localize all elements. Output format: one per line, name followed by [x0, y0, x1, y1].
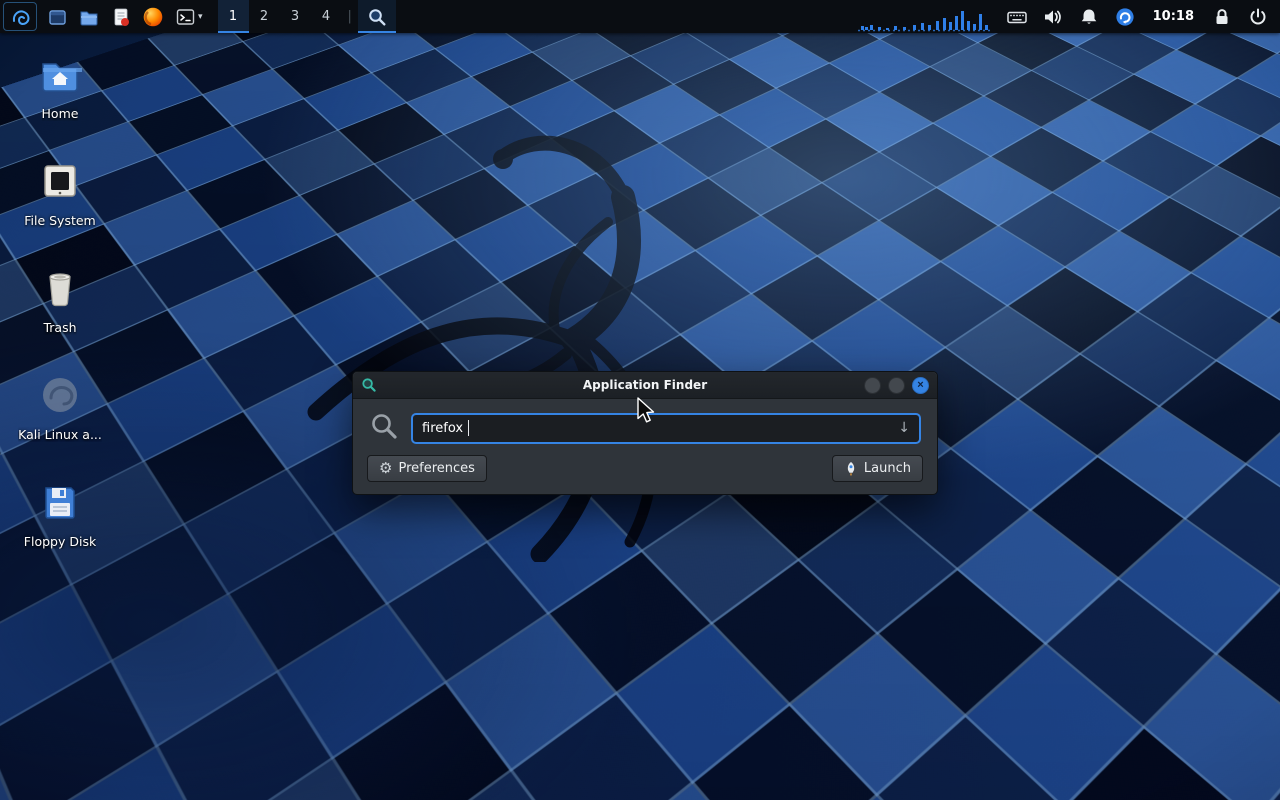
workspace-label: 3 [291, 9, 299, 24]
kali-logo-icon [9, 6, 31, 28]
preferences-button[interactable]: ⚙ Preferences [367, 455, 487, 482]
folder-icon [78, 6, 100, 28]
text-caret [468, 420, 469, 436]
panel-separator: | [348, 9, 352, 24]
window-title: Application Finder [353, 378, 937, 392]
mouse-cursor [636, 397, 658, 427]
text-editor-launcher[interactable] [105, 0, 137, 33]
minimize-button[interactable] [864, 377, 881, 394]
kali-docs-icon [39, 369, 81, 421]
workspace-label: 4 [322, 9, 330, 24]
clock[interactable]: 10:18 [1143, 0, 1204, 33]
notifications-button[interactable] [1071, 0, 1107, 33]
keyboard-button[interactable] [999, 0, 1035, 33]
application-finder-window: Application Finder × firefox [352, 371, 938, 495]
workspace-label: 2 [260, 9, 268, 24]
desktop-icon-label: Trash [43, 320, 76, 335]
window-icon [46, 6, 68, 28]
document-icon [110, 6, 132, 28]
search-icon [369, 411, 399, 445]
updates-button[interactable] [1107, 0, 1143, 33]
window-launcher-button[interactable] [41, 0, 73, 33]
preferences-label: Preferences [398, 461, 474, 476]
clock-time: 10:18 [1153, 9, 1194, 24]
desktop-root: Home File System Trash [0, 0, 1280, 800]
volume-button[interactable] [1035, 0, 1071, 33]
launch-button[interactable]: Launch [832, 455, 923, 482]
desktop-icon-label: Kali Linux a... [18, 427, 102, 442]
taskbar-application-finder[interactable] [358, 0, 396, 33]
gear-icon: ⚙ [379, 461, 392, 476]
kali-menu-button[interactable] [3, 2, 37, 31]
system-load-graph[interactable] [852, 0, 999, 33]
application-finder-icon [361, 377, 377, 393]
lock-button[interactable] [1204, 0, 1240, 33]
desktop-icons: Home File System Trash [8, 48, 112, 583]
workspace-3[interactable]: 3 [280, 0, 311, 33]
file-system-icon [39, 155, 81, 207]
keyboard-icon [1006, 6, 1028, 28]
power-button[interactable] [1240, 0, 1276, 33]
trash-icon [39, 262, 81, 314]
workspace-label: 1 [229, 9, 237, 24]
top-panel: ▾ 1 2 3 4 | [0, 0, 1280, 33]
chevron-down-icon: ▾ [198, 11, 203, 22]
desktop-icon-floppy[interactable]: Floppy Disk [8, 476, 112, 567]
desktop-icon-file-system[interactable]: File System [8, 155, 112, 246]
firefox-launcher[interactable] [137, 0, 169, 33]
desktop-icon-label: Floppy Disk [24, 534, 96, 549]
power-icon [1247, 6, 1269, 28]
bell-icon [1078, 6, 1100, 28]
workspace-1[interactable]: 1 [218, 0, 249, 33]
home-folder-icon [38, 48, 82, 100]
cpu-graph-icon [858, 9, 993, 33]
terminal-icon [174, 6, 196, 28]
launch-label: Launch [864, 461, 911, 476]
workspace-4[interactable]: 4 [311, 0, 342, 33]
magnifier-icon [367, 7, 387, 27]
close-button[interactable]: × [912, 377, 929, 394]
maximize-button[interactable] [888, 377, 905, 394]
search-input[interactable]: firefox ↓ [411, 413, 921, 444]
workspace-switcher: 1 2 3 4 [218, 0, 342, 33]
desktop-icon-label: File System [24, 213, 96, 228]
desktop-icon-home[interactable]: Home [8, 48, 112, 139]
desktop-icon-kali-docs[interactable]: Kali Linux a... [8, 369, 112, 460]
terminal-launcher[interactable]: ▾ [169, 0, 208, 33]
lock-icon [1211, 6, 1233, 28]
launch-rocket-icon [844, 461, 858, 477]
floppy-disk-icon [39, 476, 81, 528]
entry-drop-down-icon[interactable]: ↓ [898, 420, 910, 436]
update-icon [1114, 6, 1136, 28]
firefox-icon [142, 6, 164, 28]
workspace-2[interactable]: 2 [249, 0, 280, 33]
finder-titlebar[interactable]: Application Finder × [353, 372, 937, 399]
file-manager-launcher[interactable] [73, 0, 105, 33]
speaker-icon [1042, 6, 1064, 28]
close-icon: × [917, 380, 923, 391]
search-input-value: firefox [422, 421, 463, 436]
window-controls: × [864, 377, 929, 394]
desktop-icon-trash[interactable]: Trash [8, 262, 112, 353]
desktop-icon-label: Home [42, 106, 79, 121]
